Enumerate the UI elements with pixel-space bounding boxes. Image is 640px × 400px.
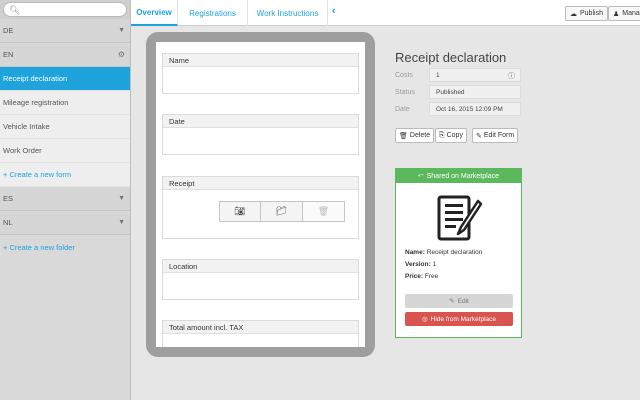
copy-label: Copy xyxy=(446,132,463,139)
publish-label: Publish xyxy=(580,10,603,17)
version-value: 1 xyxy=(432,261,437,268)
tab-overview[interactable]: Overview xyxy=(131,0,178,26)
field-total-amount: Total amount incl. TAX xyxy=(162,320,359,347)
folder-de[interactable]: DE ▼ xyxy=(0,19,130,43)
date-value-text: Oct 16, 2015 12:09 PM xyxy=(436,105,503,113)
costs-value-text: 1 xyxy=(436,71,440,79)
chevron-down-icon: ▼ xyxy=(118,219,125,226)
field-label: Total amount incl. TAX xyxy=(163,321,358,334)
marketplace-version: Version: 1 xyxy=(405,261,436,268)
field-name: Name xyxy=(162,53,359,94)
form-item-label: Work Order xyxy=(3,146,42,155)
hide-label: Hide from Marketplace xyxy=(430,315,497,323)
marketplace-header: ⬿ Shared on Marketplace xyxy=(396,169,521,183)
form-list: Receipt declaration Mileage registration… xyxy=(0,67,130,187)
price-value: Free xyxy=(424,273,439,280)
gear-icon[interactable]: ⚙ xyxy=(118,50,125,59)
costs-value: 1 ⓘ xyxy=(429,68,521,82)
marketplace-edit-button[interactable]: ✎ Edit xyxy=(405,294,513,308)
create-folder-link[interactable]: + Create a new folder xyxy=(0,235,130,259)
photo-button-group: 📷︎ 📁︎ 🗑︎ xyxy=(219,201,345,222)
hide-from-marketplace-button[interactable]: ◎ Hide from Marketplace xyxy=(405,312,513,326)
top-bar: Overview Registrations Work Instructions… xyxy=(131,0,640,26)
form-item-label: Vehicle Intake xyxy=(3,122,50,131)
date-value: Oct 16, 2015 12:09 PM xyxy=(429,102,521,116)
cloud-upload-icon: ☁ xyxy=(570,10,577,18)
form-item-mileage-registration[interactable]: Mileage registration xyxy=(0,91,130,115)
folder-label: ES xyxy=(3,194,14,203)
search-box[interactable]: 🔍︎ xyxy=(3,2,127,17)
chevron-down-icon: ▼ xyxy=(118,195,125,202)
field-input[interactable] xyxy=(163,128,358,154)
status-label: Status xyxy=(395,89,415,96)
form-document-icon xyxy=(437,195,483,241)
edit-form-button[interactable]: ✎ Edit Form xyxy=(472,128,519,143)
form-preview-screen: Name Date Receipt 📷︎ 📁︎ 🗑︎ Location Tota… xyxy=(156,42,365,347)
chevron-left-icon[interactable]: ‹ xyxy=(332,5,336,17)
trash-icon: 🗑︎ xyxy=(399,132,408,140)
page-title: Receipt declaration xyxy=(395,50,507,65)
folder-icon[interactable]: 📁︎ xyxy=(261,201,303,222)
edit-label: Edit xyxy=(457,297,469,305)
field-label: Name xyxy=(163,54,358,67)
form-item-work-order[interactable]: Work Order xyxy=(0,139,130,163)
form-item-label: Receipt declaration xyxy=(3,74,68,83)
delete-button[interactable]: 🗑︎ Delete xyxy=(395,128,435,143)
sidebar: 🔍︎ DE ▼ EN ⚙ Receipt declaration Mileage… xyxy=(0,0,131,400)
trash-icon[interactable]: 🗑︎ xyxy=(303,201,345,222)
form-item-vehicle-intake[interactable]: Vehicle Intake xyxy=(0,115,130,139)
camera-icon[interactable]: 📷︎ xyxy=(219,201,261,222)
publish-button[interactable]: ☁ Publish xyxy=(565,6,608,21)
field-label: Receipt xyxy=(163,177,358,190)
field-label: Location xyxy=(163,260,358,273)
folder-nl[interactable]: NL ▼ xyxy=(0,211,130,235)
tab-work-instructions[interactable]: Work Instructions xyxy=(248,0,328,26)
marketplace-name: Name: Receipt declaration xyxy=(405,249,482,256)
costs-label: Costs xyxy=(395,72,413,79)
photo-field-body: 📷︎ 📁︎ 🗑︎ xyxy=(163,190,358,238)
field-input[interactable] xyxy=(163,273,358,299)
folder-es[interactable]: ES ▼ xyxy=(0,187,130,211)
share-icon: ⬿ xyxy=(418,172,424,179)
name-label: Name: xyxy=(405,249,425,256)
field-label: Date xyxy=(163,115,358,128)
date-label: Date xyxy=(395,106,410,113)
manage-button[interactable]: ♟ Mana xyxy=(608,6,640,21)
field-location: Location xyxy=(162,259,359,300)
delete-label: Delete xyxy=(409,132,431,139)
status-value-text: Published xyxy=(436,88,465,96)
pencil-icon: ✎ xyxy=(449,298,455,305)
search-input[interactable] xyxy=(19,4,119,16)
field-date: Date xyxy=(162,114,359,155)
folder-label: DE xyxy=(3,26,14,35)
version-label: Version: xyxy=(405,261,431,268)
field-input[interactable] xyxy=(163,67,358,93)
chevron-down-icon: ▼ xyxy=(118,27,125,34)
form-item-label: Mileage registration xyxy=(3,98,69,107)
manage-label: Mana xyxy=(622,10,640,17)
create-form-link[interactable]: + Create a new form xyxy=(0,163,130,187)
field-receipt: Receipt 📷︎ 📁︎ 🗑︎ xyxy=(162,176,359,239)
users-icon: ♟ xyxy=(613,10,620,18)
marketplace-card: ⬿ Shared on Marketplace Name: Receipt de… xyxy=(395,168,522,338)
marketplace-header-label: Shared on Marketplace xyxy=(426,172,499,180)
info-icon[interactable]: ⓘ xyxy=(508,71,515,81)
folder-en[interactable]: EN ⚙ xyxy=(0,43,130,67)
field-input[interactable] xyxy=(163,334,358,347)
marketplace-price: Price: Free xyxy=(405,273,438,280)
folder-label: EN xyxy=(3,50,14,59)
status-value: Published xyxy=(429,85,521,99)
tab-registrations[interactable]: Registrations xyxy=(178,0,248,26)
copy-icon: ⎘ xyxy=(439,131,445,139)
search-bar: 🔍︎ xyxy=(0,0,130,19)
form-item-receipt-declaration[interactable]: Receipt declaration xyxy=(0,67,130,91)
name-value: Receipt declaration xyxy=(426,249,483,256)
edit-form-label: Edit Form xyxy=(483,132,515,139)
pencil-icon: ✎ xyxy=(476,132,482,140)
folder-label: NL xyxy=(3,218,13,227)
phone-preview: Name Date Receipt 📷︎ 📁︎ 🗑︎ Location Tota… xyxy=(146,32,375,357)
price-label: Price: xyxy=(405,273,424,280)
copy-button[interactable]: ⎘ Copy xyxy=(435,128,467,143)
eye-slash-icon: ◎ xyxy=(421,316,428,323)
